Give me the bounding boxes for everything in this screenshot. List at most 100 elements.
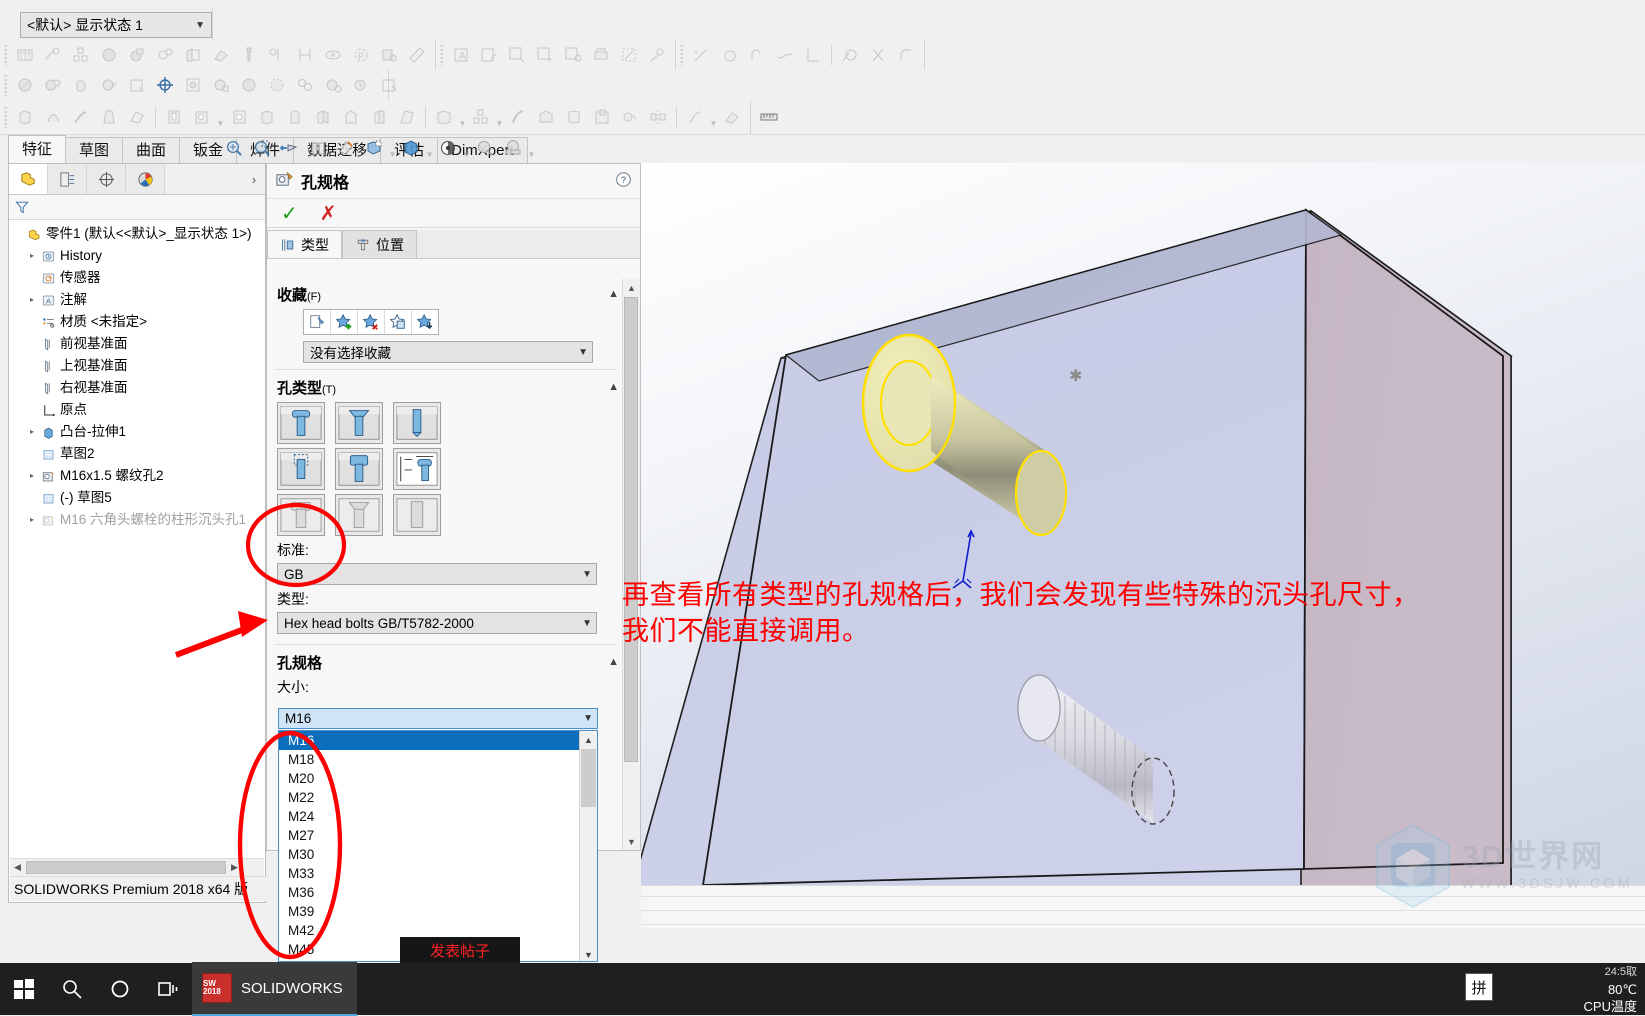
hole-size-dropdown-list[interactable]: M16 M18 M20 M22 M24 M27 M30 M33 M36 M39 … bbox=[278, 730, 598, 962]
new-motion-study-icon[interactable] bbox=[235, 42, 263, 68]
dropdown-scrollbar[interactable]: ▲ ▼ bbox=[579, 731, 597, 961]
countersink-icon[interactable] bbox=[335, 402, 383, 444]
render-history-icon[interactable] bbox=[347, 72, 375, 98]
hole-type-section-header[interactable]: 孔类型(T) ▲ bbox=[267, 372, 625, 402]
expand-arrow[interactable]: ▸ bbox=[25, 465, 39, 488]
chevron-down-icon[interactable]: ▼ bbox=[709, 102, 718, 133]
counterbore-icon[interactable] bbox=[277, 402, 325, 444]
expand-panel-button[interactable]: › bbox=[243, 164, 265, 194]
apply-scene-icon[interactable] bbox=[39, 72, 67, 98]
tree-item-material[interactable]: 材质 <未指定> bbox=[11, 311, 265, 333]
list-item[interactable]: M27 bbox=[279, 826, 582, 845]
extruded-boss-icon[interactable] bbox=[11, 104, 39, 130]
scroll-down-button[interactable]: ▼ bbox=[580, 946, 597, 961]
hole-wizard-toolbar-icon[interactable] bbox=[188, 104, 216, 130]
lofted-cut-icon[interactable] bbox=[281, 104, 309, 130]
lofted-boss-icon[interactable] bbox=[95, 104, 123, 130]
feature-tree-filter[interactable] bbox=[9, 195, 265, 220]
type-dropdown[interactable]: Hex head bolts GB/T5782-2000 ▼ bbox=[277, 612, 597, 634]
bill-of-materials-icon[interactable] bbox=[263, 42, 291, 68]
corner-icon[interactable] bbox=[799, 42, 827, 68]
hole-icon[interactable] bbox=[393, 402, 441, 444]
final-render-icon[interactable] bbox=[235, 72, 263, 98]
list-item[interactable]: M20 bbox=[279, 769, 582, 788]
expand-arrow[interactable]: ▸ bbox=[25, 421, 39, 444]
tab-surfaces[interactable]: 曲面 bbox=[122, 137, 181, 163]
exploded-view-icon[interactable] bbox=[291, 42, 319, 68]
tapered-tap-icon[interactable] bbox=[335, 448, 383, 490]
measure-icon[interactable] bbox=[403, 42, 431, 68]
instant3d-icon[interactable] bbox=[718, 104, 746, 130]
chevron-down-icon[interactable]: ▼ bbox=[458, 102, 467, 133]
mate-icon[interactable] bbox=[39, 42, 67, 68]
toolbar-grip[interactable] bbox=[440, 44, 444, 66]
chevron-down-icon[interactable]: ▼ bbox=[216, 102, 225, 133]
scroll-right-button[interactable]: ▶ bbox=[227, 862, 242, 873]
expand-arrow[interactable]: ▸ bbox=[25, 245, 39, 268]
print-note-icon[interactable] bbox=[587, 42, 615, 68]
tree-item-origin[interactable]: 原点 bbox=[11, 399, 265, 421]
tree-item-front-plane[interactable]: 前视基准面 bbox=[11, 333, 265, 355]
chevron-up-icon[interactable]: ▲ bbox=[608, 288, 619, 300]
assembly-features-icon[interactable] bbox=[179, 42, 207, 68]
list-item[interactable]: M33 bbox=[279, 864, 582, 883]
display-style-icon[interactable] bbox=[360, 135, 388, 161]
hide-show-icon[interactable] bbox=[397, 135, 425, 161]
note-arrow-icon[interactable] bbox=[503, 42, 531, 68]
list-item[interactable]: M39 bbox=[279, 902, 582, 921]
walk-through-icon[interactable] bbox=[151, 72, 179, 98]
expand-arrow[interactable]: ▸ bbox=[25, 509, 39, 532]
list-item[interactable]: M18 bbox=[279, 750, 582, 769]
list-item[interactable]: M24 bbox=[279, 807, 582, 826]
hole-size-combobox[interactable]: M16 ▼ bbox=[278, 708, 598, 729]
mirror-icon[interactable] bbox=[644, 104, 672, 130]
show-hidden-icon[interactable] bbox=[151, 42, 179, 68]
move-component-icon[interactable] bbox=[123, 42, 151, 68]
note-icon[interactable]: A bbox=[447, 42, 475, 68]
zoom-to-area-icon[interactable] bbox=[248, 135, 276, 161]
tree-item-boss-extrude1[interactable]: ▸ 凸台-拉伸1 bbox=[11, 421, 265, 443]
property-manager-scrollbar[interactable]: ▲ ▼ bbox=[622, 279, 640, 850]
favorite-dropdown[interactable]: 没有选择收藏 ▼ bbox=[303, 341, 593, 363]
chevron-up-icon[interactable]: ▲ bbox=[608, 381, 619, 393]
scroll-thumb[interactable] bbox=[26, 861, 226, 874]
ok-button[interactable]: ✓ bbox=[281, 201, 298, 226]
edit-appearance-icon[interactable] bbox=[434, 135, 462, 161]
reference-geometry-icon[interactable] bbox=[207, 42, 235, 68]
arc-icon[interactable] bbox=[743, 42, 771, 68]
render-region-icon[interactable] bbox=[179, 72, 207, 98]
tree-item-right-plane[interactable]: 右视基准面 bbox=[11, 377, 265, 399]
apply-scene-icon[interactable] bbox=[471, 135, 499, 161]
chamfer-icon[interactable] bbox=[337, 104, 365, 130]
curves-icon[interactable] bbox=[681, 104, 709, 130]
render-export-icon[interactable] bbox=[375, 72, 403, 98]
slot-icon[interactable] bbox=[393, 494, 441, 536]
cancel-button[interactable]: ✗ bbox=[320, 201, 337, 226]
tree-item-part[interactable]: 零件1 (默认<<默认>_显示状态 1>) bbox=[11, 223, 265, 245]
add-favorite-icon[interactable] bbox=[331, 310, 358, 334]
view-orientation-icon[interactable] bbox=[332, 135, 360, 161]
interference-detection-icon[interactable] bbox=[319, 42, 347, 68]
trim-icon[interactable] bbox=[864, 42, 892, 68]
favorite-section-header[interactable]: 收藏(F) ▲ bbox=[267, 279, 625, 309]
edit-note-icon[interactable] bbox=[475, 42, 503, 68]
graphics-viewport[interactable]: ✱ bbox=[641, 163, 1645, 885]
sketch-fillet-icon[interactable] bbox=[892, 42, 920, 68]
list-item[interactable]: M30 bbox=[279, 845, 582, 864]
toolbar-grip[interactable] bbox=[680, 44, 684, 66]
scroll-up-button[interactable]: ▲ bbox=[580, 731, 597, 748]
hole-spec-section-header[interactable]: 孔规格 ▲ bbox=[267, 647, 625, 677]
toolbar-grip[interactable] bbox=[4, 74, 8, 96]
task-view-icon[interactable] bbox=[144, 963, 192, 1015]
line-icon[interactable] bbox=[687, 42, 715, 68]
render-tools-icon[interactable] bbox=[291, 72, 319, 98]
indent-icon[interactable] bbox=[588, 104, 616, 130]
tree-item-sketch5[interactable]: (-) 草图5 bbox=[11, 487, 265, 509]
save-favorite-icon[interactable] bbox=[385, 310, 412, 334]
toolbar-grip[interactable] bbox=[4, 44, 8, 66]
note-balloon-icon[interactable] bbox=[559, 42, 587, 68]
windows-start-icon[interactable] bbox=[0, 963, 48, 1015]
tray-cpu-temp[interactable]: 80℃ bbox=[1608, 981, 1637, 998]
chevron-down-icon[interactable]: ▼ bbox=[388, 133, 397, 164]
toolbar-grip[interactable] bbox=[4, 106, 8, 128]
